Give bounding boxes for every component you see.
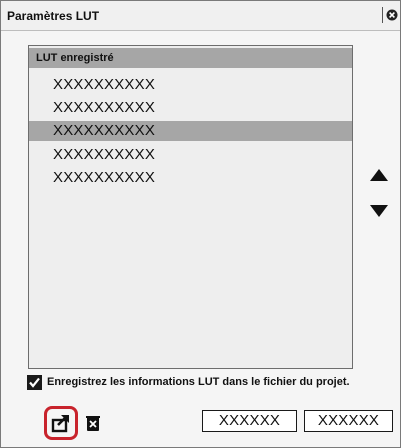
list-item-label: XXXXXXXXXX xyxy=(53,99,156,116)
close-icon[interactable] xyxy=(382,7,399,23)
delete-lut-button[interactable] xyxy=(85,415,101,437)
lut-settings-dialog: Paramètres LUT LUT enregistré XXXXXXXXXX… xyxy=(0,0,401,448)
triangle-up-icon xyxy=(370,169,388,181)
delete-icon xyxy=(86,416,100,431)
list-item-label: XXXXXXXXXX xyxy=(53,146,156,163)
list-item-label: XXXXXXXXXX xyxy=(53,122,156,139)
checkmark-icon xyxy=(29,377,40,388)
list-item-selected[interactable]: XXXXXXXXXX xyxy=(29,121,352,141)
list-item[interactable]: XXXXXXXXXX xyxy=(29,98,352,118)
move-up-button[interactable] xyxy=(369,167,389,185)
action-button-2[interactable]: XXXXXX xyxy=(304,410,393,432)
action-button-1[interactable]: XXXXXX xyxy=(202,410,297,432)
save-lut-label: Enregistrez les informations LUT dans le… xyxy=(47,376,350,388)
list-item-label: XXXXXXXXXX xyxy=(53,76,156,93)
list-header: LUT enregistré xyxy=(29,48,352,68)
save-lut-checkbox[interactable] xyxy=(27,375,42,390)
list-item[interactable]: XXXXXXXXXX xyxy=(29,75,352,95)
registered-lut-list[interactable]: LUT enregistré XXXXXXXXXX XXXXXXXXXX XXX… xyxy=(28,45,353,369)
list-header-label: LUT enregistré xyxy=(36,52,114,64)
move-down-button[interactable] xyxy=(369,203,389,221)
import-icon xyxy=(51,415,69,433)
list-item[interactable]: XXXXXXXXXX xyxy=(29,145,352,165)
dialog-titlebar: Paramètres LUT xyxy=(1,1,400,31)
list-item[interactable]: XXXXXXXXXX xyxy=(29,168,352,188)
list-item-label: XXXXXXXXXX xyxy=(53,169,156,186)
import-lut-button[interactable] xyxy=(51,413,71,438)
dialog-title: Paramètres LUT xyxy=(7,9,100,23)
triangle-down-icon xyxy=(370,205,388,217)
